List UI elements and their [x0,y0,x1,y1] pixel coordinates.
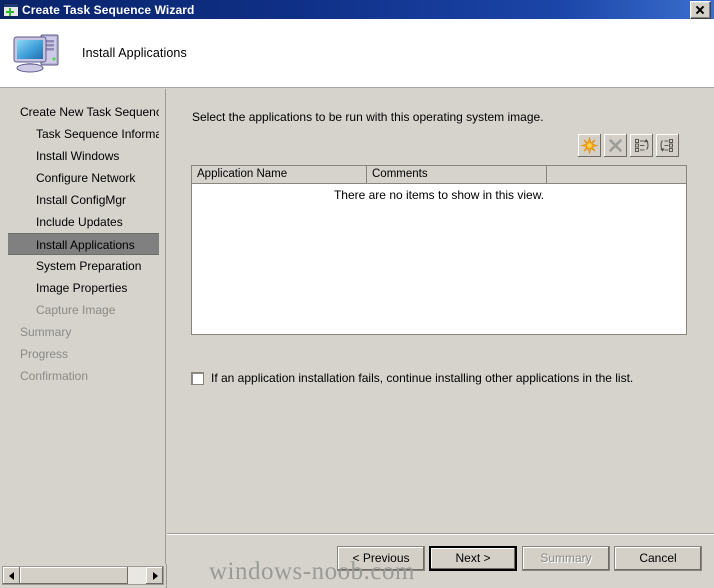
scrollbar-thumb[interactable] [20,567,128,584]
sidebar-item-summary: Summary [20,325,72,339]
delete-application-button [604,134,627,157]
sidebar-item-system-preparation[interactable]: System Preparation [8,255,159,277]
wizard-window-plus-icon [3,2,19,17]
applications-list-view[interactable]: Application Name Comments There are no i… [191,165,687,335]
column-header-comments[interactable]: Comments [367,166,547,183]
column-header-blank[interactable] [547,166,686,183]
sidebar-item-progress: Progress [20,347,69,361]
scroll-right-icon[interactable] [146,567,163,584]
sidebar-item-capture-image: Capture Image [36,303,116,317]
sidebar-item-image-properties[interactable]: Image Properties [8,277,159,299]
list-empty-message: There are no items to show in this view. [333,188,545,202]
sidebar-item-task-sequence-information[interactable]: Task Sequence Informatio [8,123,159,145]
title-bar: Create Task Sequence Wizard [0,0,714,19]
summary-button: Summary [522,546,610,571]
list-header-row: Application Name Comments [192,166,686,184]
scrollbar-track[interactable] [20,567,146,584]
instruction-text: Select the applications to be run with t… [192,110,544,124]
move-down-button[interactable] [656,134,679,157]
wizard-sidebar: Create New Task Sequence Task Sequence I… [0,89,166,564]
sidebar-horizontal-scrollbar[interactable] [2,566,164,585]
computer-icon [10,28,66,78]
sidebar-item-include-updates[interactable]: Include Updates [8,211,159,233]
previous-button[interactable]: < Previous [337,546,425,571]
move-up-button[interactable] [630,134,653,157]
continue-on-failure-checkbox[interactable] [191,371,204,385]
cancel-button[interactable]: Cancel [614,546,702,571]
close-icon[interactable] [690,0,711,19]
sidebar-item-install-windows[interactable]: Install Windows [8,145,159,167]
window-title: Create Task Sequence Wizard [22,2,195,17]
scroll-left-icon[interactable] [3,567,20,584]
page-title: Install Applications [82,46,187,60]
continue-on-failure-row: If an application installation fails, co… [191,371,633,385]
column-header-application-name[interactable]: Application Name [192,166,367,183]
sidebar-item-configure-network[interactable]: Configure Network [8,167,159,189]
next-button[interactable]: Next > [429,546,517,571]
wizard-content-pane: Select the applications to be run with t… [167,89,714,534]
continue-on-failure-label: If an application installation fails, co… [211,371,634,385]
create-task-sequence-wizard-window: Create Task Sequence Wizard Install Appl… [0,0,714,588]
wizard-steps-nav: Create New Task Sequence Task Sequence I… [0,89,165,387]
sidebar-item-install-applications[interactable]: Install Applications [8,233,159,255]
wizard-footer: < Previous Next > Summary Cancel [167,535,714,588]
list-toolbar [578,134,679,157]
sidebar-item-confirmation: Confirmation [20,369,89,383]
new-application-button[interactable] [578,134,601,157]
sidebar-item-install-configmgr[interactable]: Install ConfigMgr [8,189,159,211]
wizard-header: Install Applications [0,19,714,88]
sidebar-item-create-new-task-sequence[interactable]: Create New Task Sequence [8,101,159,123]
